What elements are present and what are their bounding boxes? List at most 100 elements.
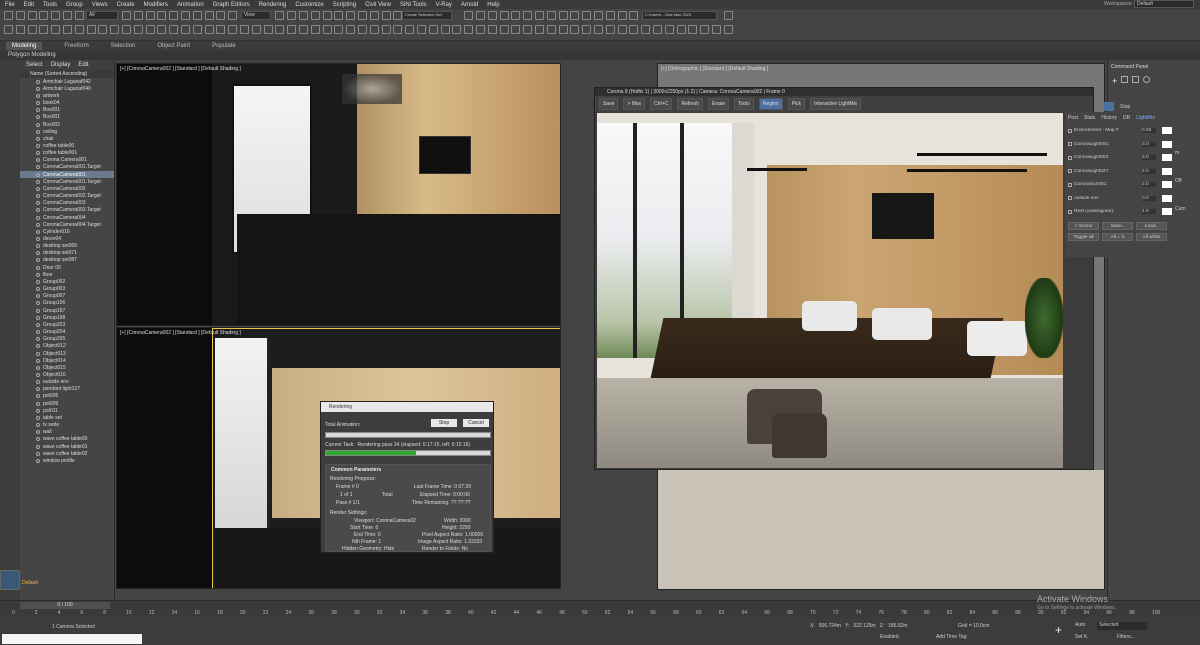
modify-tab-icon[interactable] — [1121, 76, 1129, 83]
lightmix-value[interactable]: 3.0 — [1142, 155, 1156, 161]
viewport-label[interactable]: [+] [CoronaCamera002 ] [Standard ] [Defa… — [120, 66, 241, 72]
toolbar-icon[interactable] — [405, 25, 415, 34]
scene-object-row[interactable]: Group197 — [20, 307, 114, 314]
toolbar-icon[interactable] — [369, 11, 379, 20]
vfb-tool-tools[interactable]: Tools — [734, 98, 754, 110]
toolbar-icon[interactable] — [381, 11, 391, 20]
visibility-eye-icon[interactable] — [36, 158, 40, 163]
scene-object-row[interactable]: CoronaCamera002 — [20, 185, 114, 192]
scene-object-row[interactable]: pendant light137 — [20, 386, 114, 393]
create-tab-icon[interactable]: + — [1112, 76, 1117, 86]
motion-tab-icon[interactable] — [1143, 76, 1151, 83]
scene-object-row[interactable]: Object013 — [20, 350, 114, 357]
visibility-eye-icon[interactable] — [36, 294, 40, 299]
ribbon-tab-selection[interactable]: Selection — [111, 43, 136, 49]
visibility-eye-icon[interactable] — [36, 115, 40, 120]
render-cancel-button[interactable]: Cancel — [463, 419, 489, 427]
lightmix-checkbox[interactable] — [1068, 142, 1072, 147]
toolbar-icon[interactable] — [133, 11, 143, 20]
vfb-tool-region[interactable]: Region — [758, 98, 783, 110]
visibility-eye-icon[interactable] — [36, 201, 40, 206]
toolbar-icon[interactable] — [15, 25, 25, 34]
scene-object-row[interactable]: CoronaCamera004.Target — [20, 221, 114, 228]
scene-object-row[interactable]: Object016 — [20, 371, 114, 378]
ribbon-tab-object-paint[interactable]: Object Paint — [157, 43, 190, 49]
toolbar-icon[interactable] — [535, 25, 544, 34]
scene-object-row[interactable]: Box001 — [20, 114, 114, 121]
lightmix-color-swatch[interactable] — [1162, 194, 1172, 202]
toolbar-icon[interactable] — [499, 25, 509, 34]
scene-object-row[interactable]: CoronaCamera002.Target — [20, 193, 114, 200]
visibility-eye-icon[interactable] — [36, 179, 40, 184]
lightmix-color-swatch[interactable] — [1162, 127, 1172, 135]
toolbar-icon[interactable] — [240, 25, 249, 34]
visibility-eye-icon[interactable] — [36, 365, 40, 370]
scene-object-row[interactable]: Group205 — [20, 336, 114, 343]
menu-item-views[interactable]: Views — [92, 2, 108, 8]
visibility-eye-icon[interactable] — [36, 122, 40, 127]
toolbar-icon[interactable] — [393, 25, 403, 34]
scene-object-row[interactable]: desktop set071 — [20, 250, 114, 257]
vfb-tool-interactive-lightmix[interactable]: Interactive LightMix — [810, 98, 862, 110]
toolbar-icon[interactable] — [535, 11, 544, 20]
visibility-eye-icon[interactable] — [36, 194, 40, 199]
toolbar-icon[interactable] — [228, 11, 238, 20]
menu-item-civil-view[interactable]: Civil View — [365, 2, 391, 8]
toolbar-icon[interactable] — [122, 11, 131, 20]
toolbar-icon[interactable] — [582, 25, 592, 34]
lightmix-value[interactable]: 1.0 — [1142, 209, 1156, 215]
visibility-eye-icon[interactable] — [36, 136, 40, 141]
toolbar-icon[interactable] — [322, 25, 332, 34]
scene-object-row[interactable]: pot005 — [20, 393, 114, 400]
scene-object-row[interactable]: CoronaCamera003.Target — [20, 207, 114, 214]
scene-object-row[interactable]: CoronaCamera001.Target — [20, 164, 114, 171]
scene-object-row[interactable]: book04 — [20, 99, 114, 106]
toolbar-icon[interactable] — [181, 11, 190, 20]
toolbar-icon[interactable] — [464, 25, 474, 34]
toolbar-icon[interactable] — [570, 11, 580, 20]
lightmix-checkbox[interactable] — [1068, 155, 1072, 160]
lightmix-color-swatch[interactable] — [1162, 181, 1172, 189]
menu-item-animation[interactable]: Animation — [177, 2, 204, 8]
vfb-tool-ctrl-c[interactable]: Ctrl+C — [650, 98, 673, 110]
toolbar-icon[interactable] — [617, 11, 627, 20]
toolbar-icon[interactable] — [74, 25, 84, 34]
viewport-label[interactable]: [+] [CoronaCamera002 ] [Standard ] [Defa… — [120, 330, 241, 336]
toolbar-icon[interactable] — [641, 25, 651, 34]
scene-object-row[interactable]: decor04 — [20, 235, 114, 242]
hierarchy-tab-icon[interactable] — [1132, 76, 1140, 83]
lightmix-button--scene[interactable]: > Scene — [1068, 221, 1099, 230]
menu-item-create[interactable]: Create — [117, 2, 135, 8]
toolbar-icon[interactable] — [629, 11, 639, 20]
menu-item-graph-editors[interactable]: Graph Editors — [213, 2, 250, 8]
toolbar-icon[interactable] — [369, 25, 379, 34]
toolbar-icon[interactable] — [381, 25, 391, 34]
toolbar-icon[interactable] — [310, 11, 320, 20]
visibility-eye-icon[interactable] — [36, 229, 40, 234]
menu-item-scripting[interactable]: Scripting — [333, 2, 356, 8]
toolbar-icon[interactable] — [98, 25, 108, 34]
toolbar-icon[interactable] — [4, 25, 13, 34]
scene-object-row[interactable]: table set — [20, 414, 114, 421]
key-mode-icon[interactable]: + — [1055, 623, 1062, 637]
toolbar-icon[interactable] — [181, 25, 190, 34]
scene-object-row[interactable]: Box001 — [20, 107, 114, 114]
toolbar-icon[interactable] — [417, 25, 426, 34]
toolbar-icon[interactable] — [228, 25, 238, 34]
timeline[interactable]: 0 / 100 0 2 4 6 8 10 12 14 16 18 20 22 24 26 28 30 32 34 3… — [0, 600, 1200, 618]
current-layer[interactable]: Default — [22, 580, 38, 586]
menu-item-arnold[interactable]: Arnold — [461, 2, 478, 8]
visibility-eye-icon[interactable] — [36, 143, 40, 148]
scene-object-row[interactable]: Object014 — [20, 357, 114, 364]
toolbar-icon[interactable] — [287, 25, 297, 34]
selection-filter-dropdown[interactable]: All — [86, 11, 118, 20]
reference-coord-dropdown[interactable]: View — [241, 11, 271, 20]
toolbar-icon[interactable] — [287, 11, 297, 20]
lightmix-button-save-[interactable]: Save.. — [1102, 221, 1133, 230]
scene-object-row[interactable]: outside env — [20, 379, 114, 386]
key-filter-dropdown[interactable]: Selected — [1097, 622, 1147, 630]
lightmix-color-swatch[interactable] — [1162, 167, 1172, 175]
visibility-eye-icon[interactable] — [36, 208, 40, 213]
toolbar-icon[interactable] — [723, 25, 733, 34]
visibility-eye-icon[interactable] — [36, 351, 40, 356]
